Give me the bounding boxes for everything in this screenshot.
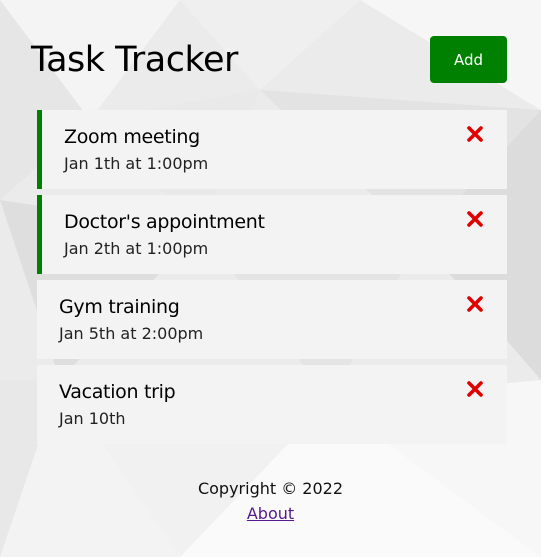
task-title: Gym training [59, 296, 180, 318]
task-title: Zoom meeting [64, 126, 200, 148]
task-date: Jan 1th at 1:00pm [64, 154, 209, 173]
close-icon[interactable] [466, 380, 484, 398]
about-link[interactable]: About [247, 504, 294, 524]
footer: Copyright © 2022 About [0, 478, 541, 524]
task-title: Doctor's appointment [64, 211, 265, 233]
add-task-button[interactable]: Add [430, 36, 507, 83]
task-list: Zoom meeting Jan 1th at 1:00pm Doctor's … [37, 110, 507, 450]
task-title: Vacation trip [59, 381, 176, 403]
close-icon[interactable] [466, 125, 484, 143]
copyright-text: Copyright © 2022 [197, 479, 344, 498]
task-date: Jan 10th [59, 409, 126, 428]
task-item[interactable]: Zoom meeting Jan 1th at 1:00pm [37, 110, 507, 189]
page-title: Task Tracker [31, 40, 238, 80]
task-date: Jan 2th at 1:00pm [64, 239, 209, 258]
close-icon[interactable] [466, 210, 484, 228]
task-item[interactable]: Vacation trip Jan 10th [37, 365, 507, 444]
close-icon[interactable] [466, 295, 484, 313]
task-item[interactable]: Gym training Jan 5th at 2:00pm [37, 280, 507, 359]
app-container: Task Tracker Add Zoom meeting Jan 1th at… [0, 0, 541, 557]
task-item[interactable]: Doctor's appointment Jan 2th at 1:00pm [37, 195, 507, 274]
task-date: Jan 5th at 2:00pm [59, 324, 204, 343]
